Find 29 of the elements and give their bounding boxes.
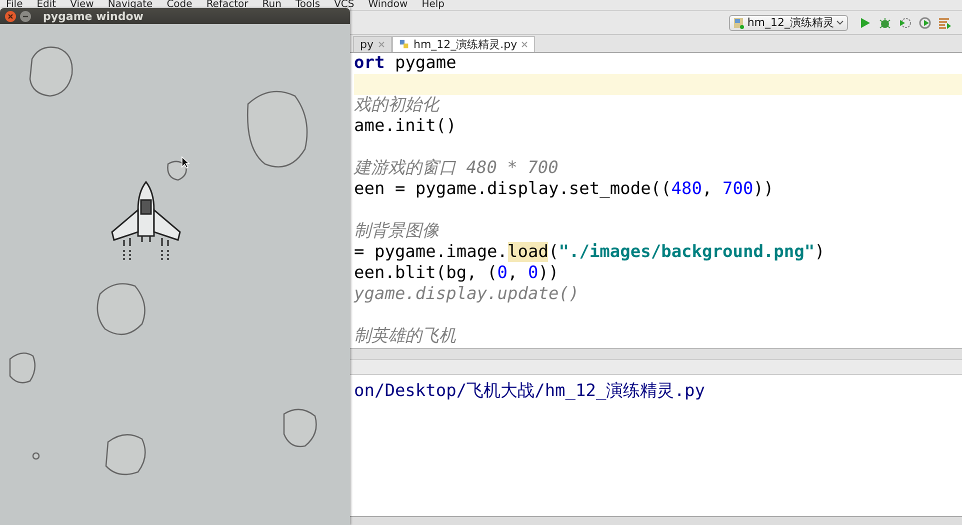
- run-config-dropdown[interactable]: hm_12_演练精灵: [729, 14, 848, 30]
- list-run-icon[interactable]: [938, 16, 952, 30]
- profile-icon[interactable]: [918, 16, 932, 30]
- python-file-icon: [398, 39, 410, 50]
- file-tab[interactable]: hm_12_演练精灵.py: [392, 36, 536, 52]
- file-tab[interactable]: py: [353, 36, 392, 52]
- code-line: 建游戏的窗口 480 * 700: [354, 158, 560, 179]
- minimize-icon[interactable]: [20, 10, 31, 22]
- run-icon[interactable]: [858, 16, 872, 30]
- cursor-icon: [181, 156, 190, 169]
- close-icon[interactable]: [5, 10, 16, 22]
- close-icon[interactable]: [521, 41, 528, 48]
- code-line: 戏的初始化: [354, 95, 441, 116]
- code-line: ame.init(): [354, 116, 458, 137]
- code-line: ygame.display.update(): [354, 284, 580, 305]
- window-title: pygame window: [43, 10, 144, 22]
- coverage-icon[interactable]: [898, 16, 912, 30]
- code-line: ort pygame: [354, 53, 458, 74]
- caret-icon: [836, 20, 844, 26]
- code-line: = pygame.image.load("./images/background.png"): [354, 242, 826, 263]
- menu-item[interactable]: Run: [262, 0, 282, 10]
- code-line: 制背景图像: [354, 221, 440, 242]
- code-line: 制英雄的飞机: [354, 326, 457, 347]
- code-line: een.blit(bg, (0, 0)): [354, 263, 560, 284]
- bug-icon[interactable]: [878, 16, 892, 30]
- python-file-icon: [733, 16, 746, 28]
- console-output: on/Desktop/飞机大战/hm_12_演练精灵.py: [354, 380, 706, 402]
- code-line: een = pygame.display.set_mode((480, 700)): [354, 179, 775, 200]
- close-icon[interactable]: [378, 41, 384, 48]
